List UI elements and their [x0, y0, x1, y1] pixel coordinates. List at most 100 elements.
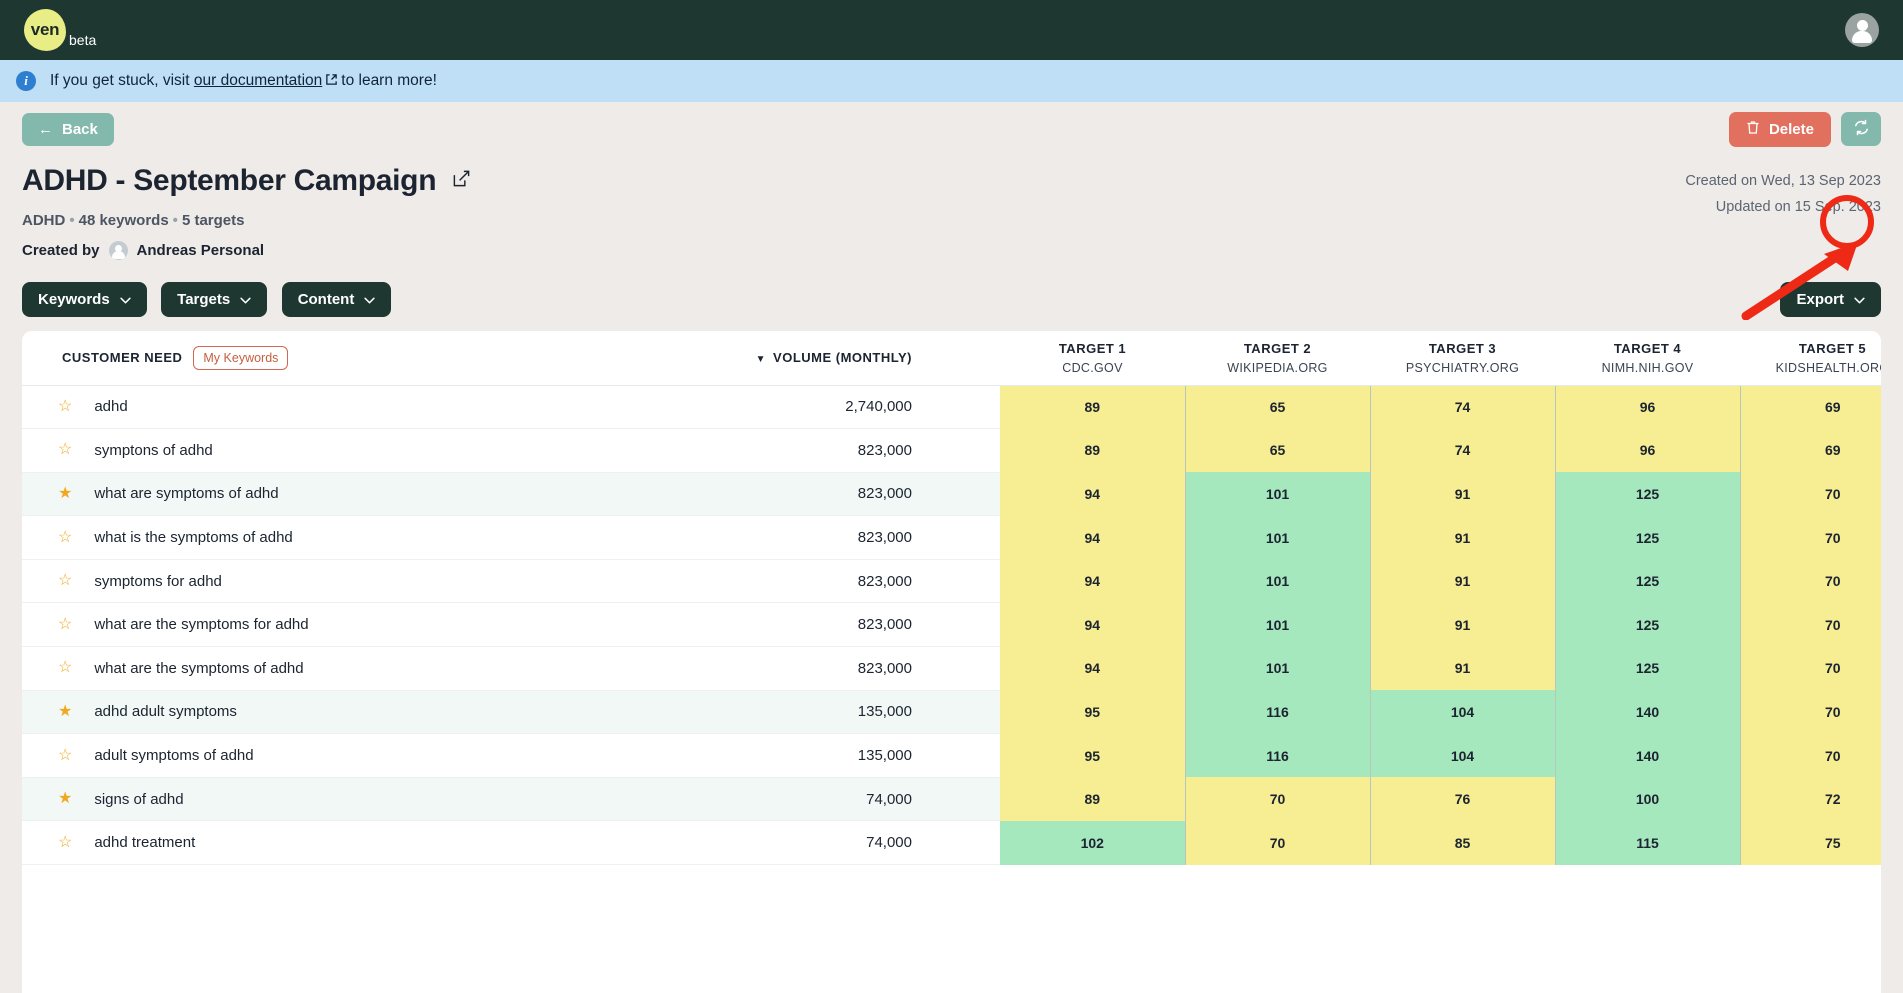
- cell-target-1-score: 95: [1000, 733, 1186, 778]
- table-row[interactable]: ★ adhd adult symptoms 135,000 95 116 104 140 70: [22, 690, 1881, 735]
- col-header-target-2[interactable]: TARGET 2 WIKIPEDIA.ORG: [1185, 331, 1370, 386]
- export-dropdown[interactable]: Export: [1780, 282, 1881, 317]
- cell-target-2-score: 70: [1185, 777, 1371, 821]
- info-icon: i: [16, 71, 36, 91]
- created-on-text: Created on Wed, 13 Sep 2023: [1685, 173, 1881, 189]
- table-row[interactable]: ☆ what are the symptoms of adhd 823,000 94 1…: [22, 646, 1881, 691]
- cell-target-5-score: 70: [1740, 559, 1881, 603]
- creator-avatar-icon: [108, 241, 128, 260]
- cell-target-1-score: 94: [1000, 472, 1186, 516]
- col-header-volume[interactable]: ▼ VOLUME (MONTHLY): [582, 331, 1000, 386]
- star-outline-icon[interactable]: ☆: [58, 573, 72, 589]
- banner-prefix: If you get stuck, visit: [50, 71, 190, 89]
- keyword-text: signs of adhd: [94, 790, 184, 808]
- cell-volume: 823,000: [582, 646, 1000, 691]
- star-filled-icon[interactable]: ★: [58, 485, 72, 502]
- content-dropdown-label: Content: [297, 291, 355, 308]
- sort-descending-icon: ▼: [755, 354, 767, 366]
- cell-target-5-score: 70: [1740, 733, 1881, 778]
- cell-target-4-score: 125: [1555, 559, 1741, 603]
- banner-suffix: to learn more!: [341, 71, 437, 89]
- star-filled-icon[interactable]: ★: [58, 703, 72, 720]
- cell-target-2-score: 101: [1185, 559, 1371, 603]
- star-outline-icon[interactable]: ☆: [58, 529, 72, 546]
- keywords-dropdown[interactable]: Keywords: [22, 282, 147, 317]
- keyword-text: what are symptoms of adhd: [94, 485, 279, 503]
- avatar-body-shape: [1852, 31, 1872, 43]
- table-row[interactable]: ☆ adhd 2,740,000 89 65 74 96 69: [22, 385, 1881, 430]
- filter-group: Keywords Targets Content: [22, 282, 401, 317]
- star-outline-icon[interactable]: ☆: [58, 442, 72, 458]
- cell-customer-need: ☆ what are the symptoms of adhd: [22, 646, 582, 691]
- star-outline-icon[interactable]: ☆: [58, 660, 72, 676]
- cell-target-1-score: 89: [1000, 428, 1186, 473]
- star-outline-icon[interactable]: ☆: [58, 616, 72, 633]
- cell-target-5-score: 72: [1740, 777, 1881, 821]
- cell-target-1-score: 94: [1000, 559, 1186, 603]
- target-5-domain: KIDSHEALTH.ORG: [1775, 360, 1881, 375]
- delete-button[interactable]: Delete: [1728, 111, 1831, 147]
- beta-label: beta: [69, 32, 97, 48]
- cell-target-3-score: 91: [1370, 646, 1556, 691]
- col-header-target-3[interactable]: TARGET 3 PSYCHIATRY.ORG: [1370, 331, 1555, 386]
- star-outline-icon[interactable]: ☆: [58, 747, 72, 764]
- col-header-target-5[interactable]: TARGET 5 KIDSHEALTH.ORG: [1740, 331, 1881, 386]
- cell-target-3-score: 76: [1370, 777, 1556, 821]
- export-dropdown-label: Export: [1796, 291, 1844, 308]
- cell-target-2-score: 101: [1185, 646, 1371, 691]
- star-outline-icon[interactable]: ☆: [58, 398, 72, 415]
- table-row[interactable]: ☆ symptons of adhd 823,000 89 65 74 96 69: [22, 428, 1881, 473]
- cell-target-3-score: 74: [1370, 385, 1556, 429]
- targets-dropdown-label: Targets: [177, 291, 231, 308]
- cell-volume: 823,000: [582, 559, 1000, 604]
- back-button[interactable]: ← Back: [22, 112, 114, 146]
- cell-target-1-score: 95: [1000, 690, 1186, 734]
- my-keywords-badge[interactable]: My Keywords: [193, 345, 289, 370]
- campaign-meta: ADHD • 48 keywords • 5 targets: [22, 212, 1881, 229]
- table-row[interactable]: ★ signs of adhd 74,000 89 70 76 100 72: [22, 777, 1881, 822]
- action-toolbar: ← Back Delete: [0, 102, 1903, 320]
- target-2-domain: WIKIPEDIA.ORG: [1227, 360, 1328, 375]
- meta-topic: ADHD: [22, 212, 66, 229]
- keyword-text: symptoms for adhd: [94, 572, 222, 590]
- col-header-target-1[interactable]: TARGET 1 CDC.GOV: [1000, 331, 1185, 386]
- table-row[interactable]: ☆ adhd treatment 74,000 102 70 85 115 75: [22, 820, 1881, 866]
- cell-volume: 823,000: [582, 515, 1000, 560]
- target-4-label: TARGET 4: [1613, 340, 1682, 356]
- refresh-button[interactable]: [1841, 112, 1881, 146]
- col-header-target-4[interactable]: TARGET 4 NIMH.NIH.GOV: [1555, 331, 1740, 386]
- target-1-label: TARGET 1: [1058, 340, 1127, 356]
- cell-target-5-score: 75: [1740, 820, 1881, 865]
- cell-volume: 823,000: [582, 602, 1000, 648]
- content-dropdown[interactable]: Content: [281, 282, 392, 317]
- arrow-left-icon: ←: [38, 120, 53, 138]
- keyword-text: adhd: [94, 398, 128, 416]
- table-row[interactable]: ☆ symptoms for adhd 823,000 94 101 91 125 70: [22, 559, 1881, 604]
- keywords-table-container: CUSTOMER NEED My Keywords ▼ VOLUME (MONTH…: [22, 331, 1881, 993]
- table-row[interactable]: ☆ adult symptoms of adhd 135,000 95 116 104 14…: [22, 733, 1881, 778]
- cell-customer-need: ☆ what is the symptoms of adhd: [22, 515, 582, 560]
- info-banner: i If you get stuck, visit our documentat…: [0, 60, 1903, 102]
- edit-title-icon[interactable]: [452, 169, 471, 193]
- table-row[interactable]: ★ what are symptoms of adhd 823,000 94 101 91…: [22, 472, 1881, 517]
- cell-target-4-score: 115: [1555, 820, 1741, 865]
- top-navigation-bar: ven beta: [0, 0, 1903, 60]
- col-header-customer-need[interactable]: CUSTOMER NEED My Keywords: [22, 331, 582, 386]
- cell-target-3-score: 91: [1370, 559, 1556, 603]
- documentation-link[interactable]: our documentation: [194, 72, 322, 89]
- star-filled-icon[interactable]: ★: [58, 791, 72, 807]
- cell-target-4-score: 140: [1555, 733, 1741, 778]
- cell-target-2-score: 116: [1185, 690, 1371, 734]
- targets-dropdown[interactable]: Targets: [161, 282, 268, 317]
- user-avatar-icon[interactable]: [1845, 13, 1879, 47]
- brand-logo[interactable]: ven beta: [24, 9, 96, 51]
- cell-target-4-score: 125: [1555, 602, 1741, 647]
- keyword-text: adult symptoms of adhd: [94, 747, 254, 765]
- table-row[interactable]: ☆ what is the symptoms of adhd 823,000 94 10…: [22, 515, 1881, 560]
- star-outline-icon[interactable]: ☆: [58, 834, 72, 851]
- banner-text: If you get stuck, visit our documentatio…: [50, 72, 437, 91]
- table-row[interactable]: ☆ what are the symptoms for adhd 823,000 94…: [22, 602, 1881, 648]
- cell-target-4-score: 100: [1555, 777, 1741, 821]
- back-button-label: Back: [62, 120, 98, 138]
- cell-customer-need: ☆ adhd treatment: [22, 820, 582, 866]
